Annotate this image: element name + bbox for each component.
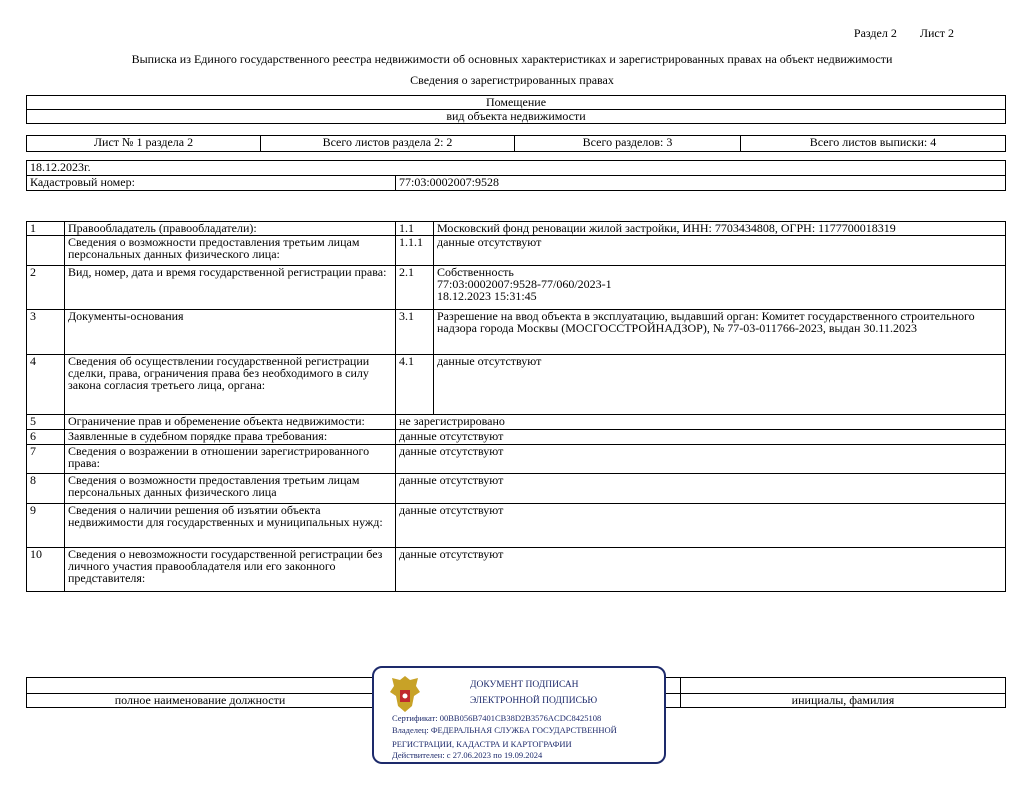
object-type-table: Помещение вид объекта недвижимости xyxy=(26,95,1006,124)
document-title: Выписка из Единого государственного реес… xyxy=(131,52,893,66)
row-value: Собственность 77:03:0002007:9528-77/060/… xyxy=(433,265,1006,310)
row-value: данные отсутствуют xyxy=(395,444,1006,474)
row-number: 9 xyxy=(26,503,65,548)
stamp-certificate: Сертификат: 00BB056B7401CB38D2B3576ACDC8… xyxy=(392,713,602,723)
row-value: не зарегистрировано xyxy=(395,414,1006,430)
rights-row: 4 Сведения об осуществлении государственн… xyxy=(26,354,1006,415)
row-number: 4 xyxy=(26,354,65,415)
rights-row: 2 Вид, номер, дата и время государственно… xyxy=(26,265,1006,310)
rights-row: Сведения о возможности предоставления тр… xyxy=(26,235,1006,266)
stamp-owner-1: Владелец: ФЕДЕРАЛЬНАЯ СЛУЖБА ГОСУДАРСТВЕ… xyxy=(392,725,617,735)
cadastral-number: 77:03:0002007:9528 xyxy=(395,175,1006,191)
sheets-table: Лист № 1 раздела 2 Всего листов раздела … xyxy=(26,135,1006,152)
row-subnumber: 4.1 xyxy=(395,354,434,415)
row-value: данные отсутствуют xyxy=(395,473,1006,504)
total-sheets-section: Всего листов раздела 2: 2 xyxy=(260,135,515,152)
row-value: Московский фонд реновации жилой застройк… xyxy=(433,221,1006,236)
total-sections: Всего разделов: 3 xyxy=(514,135,741,152)
row-value: данные отсутствуют xyxy=(395,503,1006,548)
coat-of-arms-icon xyxy=(390,676,420,712)
row-label: Сведения о наличии решения об изъятии об… xyxy=(64,503,396,548)
rights-row: 3 Документы-основания 3.1 Разрешение на вво… xyxy=(26,309,1006,355)
row-number: 3 xyxy=(26,309,65,355)
document-subtitle: Сведения о зарегистрированных правах xyxy=(410,73,614,87)
row-label: Сведения о возражении в отношении зареги… xyxy=(64,444,396,474)
row-number: 10 xyxy=(26,547,65,592)
stamp-line-1: ДОКУМЕНТ ПОДПИСАН xyxy=(470,680,579,690)
rights-table: 1 Правообладатель (правообладатели): 1.1 Мо… xyxy=(26,221,1006,592)
object-kind-label: вид объекта недвижимости xyxy=(26,109,1006,124)
row-number xyxy=(26,235,65,266)
rights-row: 5 Ограничение прав и обременение объекта … xyxy=(26,414,1006,430)
rights-row: 6 Заявленные в судебном порядке права тре… xyxy=(26,429,1006,445)
sheet-number: Лист 2 xyxy=(919,26,954,40)
stamp-owner-2: РЕГИСТРАЦИИ, КАДАСТРА И КАРТОГРАФИИ xyxy=(392,739,572,749)
row-number: 6 xyxy=(26,429,65,445)
row-value: данные отсутствуют xyxy=(395,547,1006,592)
name-label: инициалы, фамилия xyxy=(680,693,1006,708)
row-label: Вид, номер, дата и время государственной… xyxy=(64,265,396,310)
row-number: 5 xyxy=(26,414,65,430)
sheet-no: Лист № 1 раздела 2 xyxy=(26,135,261,152)
position-label: полное наименование должности xyxy=(26,693,374,708)
stamp-valid: Действителен: с 27.06.2023 по 19.09.2024 xyxy=(392,750,543,760)
row-label: Документы-основания xyxy=(64,309,396,355)
row-value: данные отсутствуют xyxy=(433,354,1006,415)
cadastral-label: Кадастровый номер: xyxy=(26,175,396,191)
row-label: Ограничение прав и обременение объекта н… xyxy=(64,414,396,430)
rights-row: 8 Сведения о возможности предоставления т… xyxy=(26,473,1006,504)
object-name: Помещение xyxy=(26,95,1006,110)
info-table: 18.12.2023г. Кадастровый номер: 77:03:00… xyxy=(26,160,1006,191)
row-subnumber: 1.1.1 xyxy=(395,235,434,266)
row-value: Разрешение на ввод объекта в эксплуатаци… xyxy=(433,309,1006,355)
extract-date: 18.12.2023г. xyxy=(26,160,1006,176)
row-label: Сведения о невозможности государственной… xyxy=(64,547,396,592)
electronic-signature-stamp: ДОКУМЕНТ ПОДПИСАН ЭЛЕКТРОННОЙ ПОДПИСЬЮ С… xyxy=(372,666,666,764)
total-sheets: Всего листов выписки: 4 xyxy=(740,135,1006,152)
row-number: 1 xyxy=(26,221,65,236)
section-number: Раздел 2 xyxy=(853,26,897,40)
row-label: Сведения о возможности предоставления тр… xyxy=(64,473,396,504)
row-subnumber: 2.1 xyxy=(395,265,434,310)
row-value: данные отсутствуют xyxy=(395,429,1006,445)
row-subnumber: 1.1 xyxy=(395,221,434,236)
rights-row: 7 Сведения о возражении в отношении зарег… xyxy=(26,444,1006,474)
rights-row: 9 Сведения о наличии решения об изъятии о… xyxy=(26,503,1006,548)
row-label: Сведения о возможности предоставления тр… xyxy=(64,235,396,266)
row-label: Заявленные в судебном порядке права треб… xyxy=(64,429,396,445)
row-number: 7 xyxy=(26,444,65,474)
row-label: Правообладатель (правообладатели): xyxy=(64,221,396,236)
row-number: 8 xyxy=(26,473,65,504)
row-value: данные отсутствуют xyxy=(433,235,1006,266)
row-label: Сведения об осуществлении государственно… xyxy=(64,354,396,415)
row-number: 2 xyxy=(26,265,65,310)
page-locator: Раздел 2 Лист 2 xyxy=(834,26,954,41)
rights-row: 1 Правообладатель (правообладатели): 1.1 Мо… xyxy=(26,221,1006,236)
stamp-line-2: ЭЛЕКТРОННОЙ ПОДПИСЬЮ xyxy=(470,696,598,706)
row-subnumber: 3.1 xyxy=(395,309,434,355)
rights-row: 10 Сведения о невозможности государственн… xyxy=(26,547,1006,592)
